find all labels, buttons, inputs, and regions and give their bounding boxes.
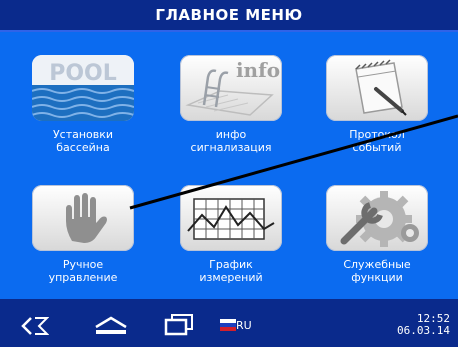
measurement-chart-button[interactable] [180, 185, 282, 251]
main-menu-area: POOL Установки бассейна info инфо сигнал… [0, 32, 458, 299]
manual-control-label-line1: Ручное [62, 258, 104, 271]
measurement-chart-label-line2: измерений [199, 271, 263, 284]
chart-icon [187, 198, 275, 240]
manual-control-label: Ручное управление [13, 258, 153, 284]
gear-wrench-icon [340, 191, 419, 247]
manual-control-button[interactable] [32, 185, 134, 251]
home-icon[interactable] [93, 315, 129, 337]
event-log-label: Протокол событий [307, 128, 447, 154]
title-bar: ГЛАВНОЕ МЕНЮ [0, 0, 458, 32]
info-icon: info [185, 58, 280, 116]
screen: ГЛАВНОЕ МЕНЮ POOL Установки бассейна inf… [0, 0, 458, 347]
event-log-button[interactable] [326, 55, 428, 121]
flag-ru-icon[interactable] [220, 319, 236, 331]
measurement-chart-label-line1: График [209, 258, 253, 271]
page-title: ГЛАВНОЕ МЕНЮ [155, 6, 303, 24]
pool-settings-button[interactable]: POOL [32, 55, 134, 121]
info-logo-text: info [236, 58, 280, 82]
service-functions-button[interactable] [326, 185, 428, 251]
event-log-label-line2: событий [352, 141, 402, 154]
windows-icon[interactable] [164, 313, 194, 337]
bottom-bar: RU 12:52 06.03.14 [0, 299, 458, 347]
clock: 12:52 06.03.14 [397, 313, 450, 337]
pool-settings-label: Установки бассейна [13, 128, 153, 154]
pool-icon: POOL [32, 55, 134, 121]
pool-settings-label-line2: бассейна [56, 141, 110, 154]
pool-settings-label-line1: Установки [52, 128, 114, 141]
event-log-label-line1: Протокол [349, 128, 405, 141]
manual-control-label-line2: управление [48, 271, 118, 284]
language-label[interactable]: RU [236, 319, 252, 332]
clock-date: 06.03.14 [397, 324, 450, 337]
service-functions-label-line2: функции [351, 271, 403, 284]
back-icon[interactable] [21, 315, 49, 337]
notebook-icon [355, 59, 407, 116]
pool-logo-text: POOL [49, 61, 117, 86]
info-alarm-label-line1: инфо [215, 128, 247, 141]
service-functions-label: Служебные функции [307, 258, 447, 284]
hand-icon [66, 193, 107, 243]
service-functions-label-line1: Служебные [343, 258, 411, 271]
info-alarm-label: инфо сигнализация [161, 128, 301, 154]
measurement-chart-label: График измерений [161, 258, 301, 284]
info-alarm-button[interactable]: info [180, 55, 282, 121]
info-alarm-label-line2: сигнализация [190, 141, 272, 154]
